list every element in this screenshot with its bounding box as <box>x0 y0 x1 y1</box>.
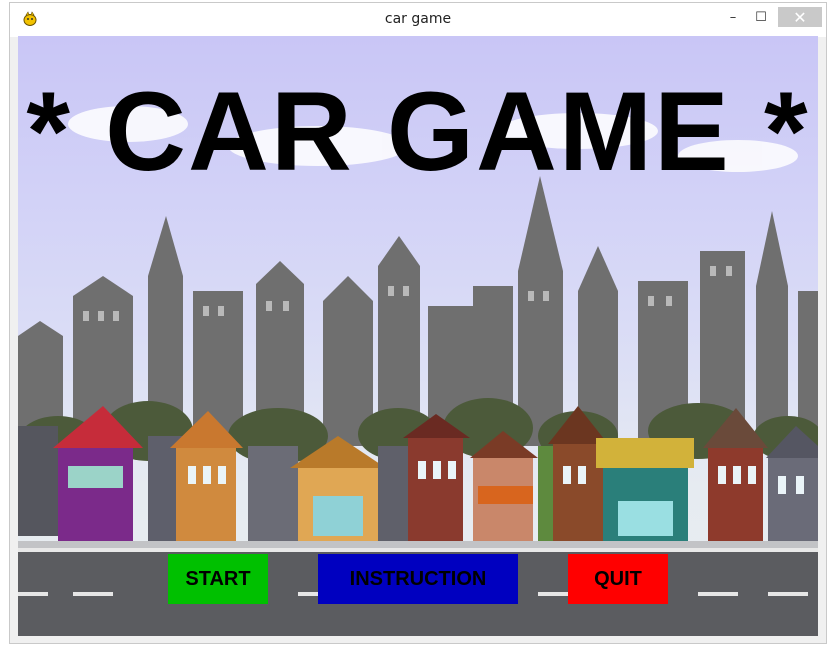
game-title: * CAR GAME * <box>26 69 810 194</box>
close-button[interactable]: ✕ <box>778 7 822 27</box>
instruction-button[interactable]: INSTRUCTION <box>318 554 518 604</box>
maximize-button[interactable]: ☐ <box>750 7 772 27</box>
game-canvas: * CAR GAME * START INSTRUCTION QUIT <box>18 36 818 636</box>
window-title: car game <box>384 11 452 27</box>
start-button[interactable]: START <box>168 554 268 604</box>
title-bar[interactable]: car game – ☐ ✕ <box>10 3 826 37</box>
minimize-button[interactable]: – <box>722 7 744 27</box>
quit-button[interactable]: QUIT <box>568 554 668 604</box>
